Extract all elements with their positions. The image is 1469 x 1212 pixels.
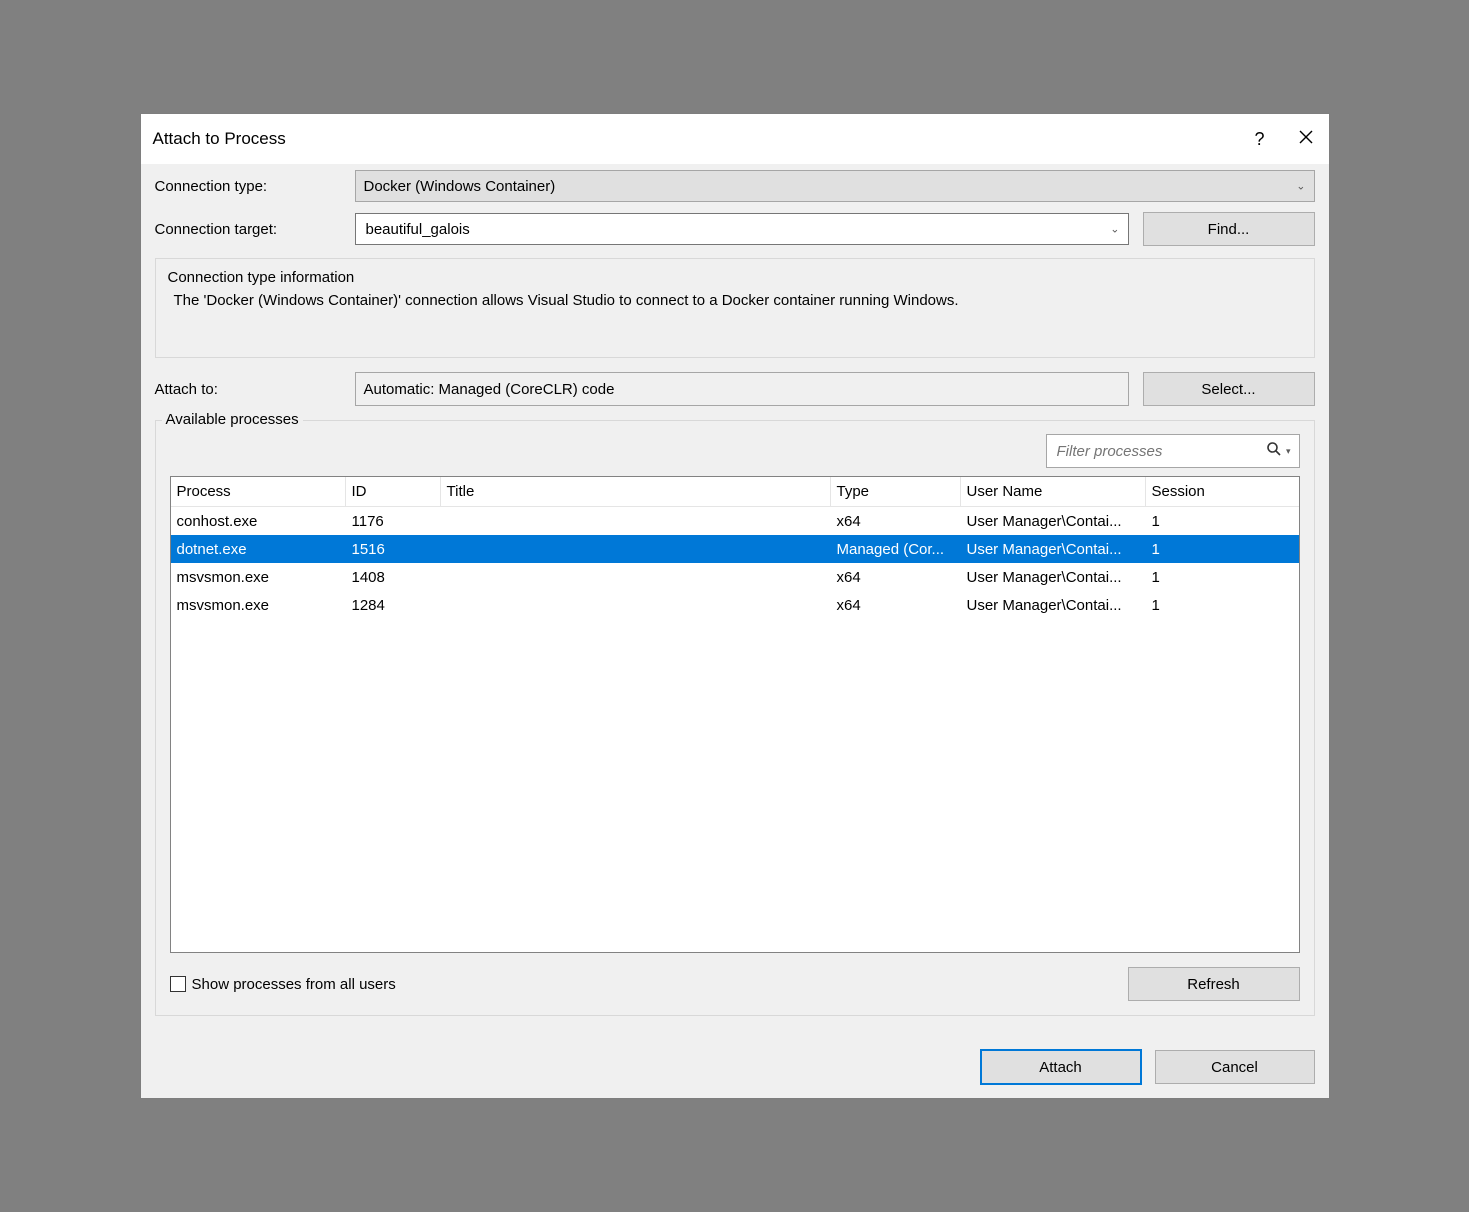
col-session[interactable]: Session	[1146, 477, 1299, 506]
cell-type: Managed (Cor...	[831, 539, 961, 560]
filter-options-dropdown[interactable]: ▾	[1286, 446, 1291, 457]
close-icon	[1299, 129, 1313, 149]
cell-process: conhost.exe	[171, 511, 346, 532]
cancel-button[interactable]: Cancel	[1155, 1050, 1315, 1084]
cell-user: User Manager\Contai...	[961, 567, 1146, 588]
cell-process: msvsmon.exe	[171, 567, 346, 588]
attach-button[interactable]: Attach	[981, 1050, 1141, 1084]
connection-type-value: Docker (Windows Container)	[364, 178, 556, 195]
connection-target-input[interactable]	[364, 220, 1120, 239]
connection-type-label: Connection type:	[155, 178, 355, 195]
connection-info-text: The 'Docker (Windows Container)' connect…	[168, 292, 1302, 309]
cell-type: x64	[831, 511, 961, 532]
table-row[interactable]: msvsmon.exe1284 x64User Manager\Contai...…	[171, 591, 1299, 619]
cell-title	[441, 519, 831, 523]
help-button[interactable]: ?	[1237, 114, 1283, 164]
window-title: Attach to Process	[153, 129, 286, 149]
refresh-button[interactable]: Refresh	[1128, 967, 1300, 1001]
cell-process: dotnet.exe	[171, 539, 346, 560]
grid-header: Process ID Title Type User Name Session	[171, 477, 1299, 507]
attach-to-process-dialog: Attach to Process ? Connection type: Doc…	[140, 113, 1330, 1099]
search-icon[interactable]	[1266, 441, 1282, 461]
filter-processes-input[interactable]	[1055, 442, 1266, 461]
col-type[interactable]: Type	[831, 477, 961, 506]
cell-session: 1	[1146, 567, 1299, 588]
process-grid[interactable]: Process ID Title Type User Name Session …	[170, 476, 1300, 953]
connection-info-title: Connection type information	[168, 269, 1302, 292]
cell-user: User Manager\Contai...	[961, 511, 1146, 532]
find-button[interactable]: Find...	[1143, 212, 1315, 246]
table-row[interactable]: msvsmon.exe1408 x64User Manager\Contai...…	[171, 563, 1299, 591]
select-button[interactable]: Select...	[1143, 372, 1315, 406]
available-processes-label: Available processes	[162, 411, 303, 428]
cell-title	[441, 547, 831, 551]
titlebar: Attach to Process ?	[141, 114, 1329, 164]
chevron-down-icon: ⌄	[1296, 180, 1305, 193]
table-row[interactable]: conhost.exe1176 x64User Manager\Contai...…	[171, 507, 1299, 535]
cell-user: User Manager\Contai...	[961, 595, 1146, 616]
show-all-users-label: Show processes from all users	[192, 976, 396, 993]
connection-type-dropdown[interactable]: Docker (Windows Container) ⌄	[355, 170, 1315, 202]
cell-type: x64	[831, 595, 961, 616]
filter-processes-box[interactable]: ▾	[1046, 434, 1300, 468]
cell-user: User Manager\Contai...	[961, 539, 1146, 560]
col-process[interactable]: Process	[171, 477, 346, 506]
col-user[interactable]: User Name	[961, 477, 1146, 506]
close-button[interactable]	[1283, 114, 1329, 164]
attach-to-value: Automatic: Managed (CoreCLR) code	[355, 372, 1129, 406]
cell-id: 1516	[346, 539, 441, 560]
cell-process: msvsmon.exe	[171, 595, 346, 616]
attach-to-label: Attach to:	[155, 381, 355, 398]
cell-type: x64	[831, 567, 961, 588]
col-title[interactable]: Title	[441, 477, 831, 506]
cell-title	[441, 575, 831, 579]
cell-id: 1408	[346, 567, 441, 588]
connection-info-group: Connection type information The 'Docker …	[155, 258, 1315, 358]
connection-target-combo[interactable]: ⌄	[355, 213, 1129, 245]
available-processes-group: Available processes ▾ Process ID T	[155, 420, 1315, 1016]
cell-session: 1	[1146, 539, 1299, 560]
cell-id: 1284	[346, 595, 441, 616]
cell-id: 1176	[346, 511, 441, 532]
checkbox-box	[170, 976, 186, 992]
cell-title	[441, 603, 831, 607]
col-id[interactable]: ID	[346, 477, 441, 506]
show-all-users-checkbox[interactable]: Show processes from all users	[170, 976, 396, 993]
chevron-down-icon[interactable]: ⌄	[1110, 223, 1119, 236]
cell-session: 1	[1146, 511, 1299, 532]
connection-target-label: Connection target:	[155, 221, 355, 238]
table-row[interactable]: dotnet.exe1516 Managed (Cor...User Manage…	[171, 535, 1299, 563]
cell-session: 1	[1146, 595, 1299, 616]
